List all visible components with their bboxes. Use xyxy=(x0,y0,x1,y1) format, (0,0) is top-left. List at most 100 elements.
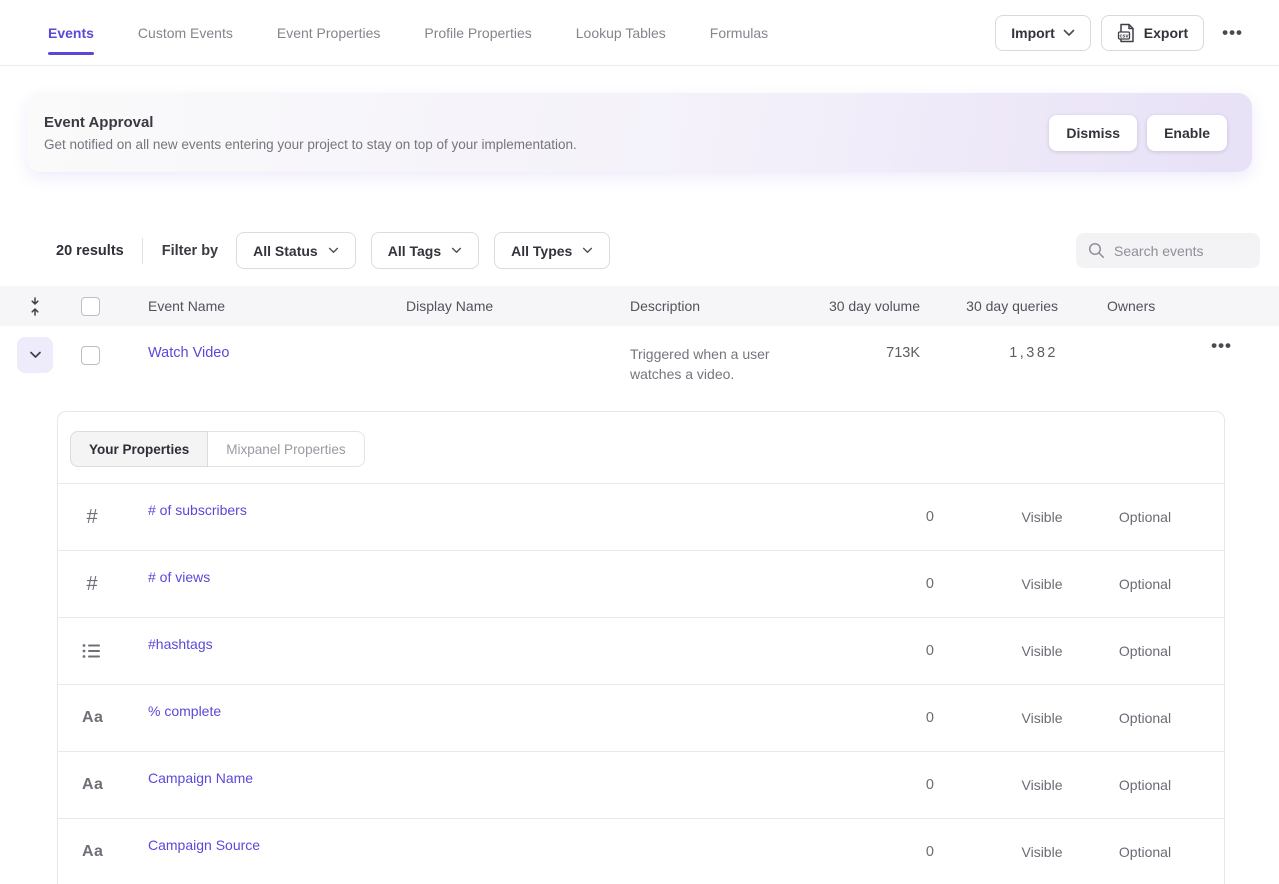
banner-actions: Dismiss Enable xyxy=(1049,115,1227,151)
property-visibility: Visible xyxy=(997,710,1087,726)
property-requirement: Optional xyxy=(1095,710,1195,726)
tab-lookup-tables-label: Lookup Tables xyxy=(576,25,666,41)
property-visibility: Visible xyxy=(997,576,1087,592)
csv-file-icon: csv xyxy=(1117,23,1136,43)
property-requirement: Optional xyxy=(1095,576,1195,592)
text-type-icon: Aa xyxy=(82,709,102,727)
property-name-link[interactable]: # of views xyxy=(148,569,874,585)
chevron-down-icon xyxy=(328,247,339,254)
search-events-input[interactable] xyxy=(1114,243,1244,259)
tab-custom-events[interactable]: Custom Events xyxy=(138,15,233,51)
banner-description: Get notified on all new events entering … xyxy=(44,137,1049,152)
event-description: Triggered when a user watches a video. xyxy=(630,344,820,384)
property-visibility: Visible xyxy=(997,643,1087,659)
tab-mixpanel-properties[interactable]: Mixpanel Properties xyxy=(208,431,364,467)
event-description-line1: Triggered when a user xyxy=(630,346,770,362)
banner-title: Event Approval xyxy=(44,114,1049,131)
enable-button[interactable]: Enable xyxy=(1147,115,1227,151)
property-name-link[interactable]: #hashtags xyxy=(148,636,874,652)
event-30-day-queries: 1,382 xyxy=(920,345,1058,361)
property-value: 0 xyxy=(874,844,934,860)
tab-custom-events-label: Custom Events xyxy=(138,25,233,41)
more-options-button[interactable]: ••• xyxy=(1214,23,1251,43)
export-button[interactable]: csv Export xyxy=(1101,15,1204,51)
column-30-day-volume: 30 day volume xyxy=(820,298,920,314)
property-name-link[interactable]: Campaign Source xyxy=(148,837,874,853)
number-type-icon: # xyxy=(82,506,102,529)
event-description-line2: watches a video. xyxy=(630,366,734,382)
divider xyxy=(142,238,143,264)
svg-text:csv: csv xyxy=(1119,33,1128,39)
column-30-day-queries: 30 day queries xyxy=(920,298,1058,314)
tab-events-label: Events xyxy=(48,25,94,41)
property-value: 0 xyxy=(874,576,934,592)
event-approval-banner: Event Approval Get notified on all new e… xyxy=(27,93,1252,172)
tags-filter-label: All Tags xyxy=(388,243,441,259)
property-value: 0 xyxy=(874,710,934,726)
import-button[interactable]: Import xyxy=(995,15,1091,51)
tab-events[interactable]: Events xyxy=(48,15,94,51)
tags-filter-dropdown[interactable]: All Tags xyxy=(371,232,479,269)
property-row: Aa Campaign Source 0 Visible Optional xyxy=(58,819,1224,884)
chevron-down-icon xyxy=(451,247,462,254)
property-visibility: Visible xyxy=(997,509,1087,525)
number-type-icon: # xyxy=(82,573,102,596)
text-type-icon: Aa xyxy=(82,843,102,861)
tab-profile-properties[interactable]: Profile Properties xyxy=(424,15,531,51)
types-filter-dropdown[interactable]: All Types xyxy=(494,232,610,269)
top-navigation: Events Custom Events Event Properties Pr… xyxy=(0,0,1279,66)
dismiss-button[interactable]: Dismiss xyxy=(1049,115,1137,151)
property-row: # # of subscribers 0 Visible Optional xyxy=(58,484,1224,551)
event-row-watch-video: Watch Video Triggered when a user watche… xyxy=(0,326,1279,411)
banner-text: Event Approval Get notified on all new e… xyxy=(44,114,1049,152)
tab-lookup-tables[interactable]: Lookup Tables xyxy=(576,15,666,51)
event-name-link[interactable]: Watch Video xyxy=(148,345,406,361)
import-label: Import xyxy=(1011,25,1055,41)
property-name-link[interactable]: Campaign Name xyxy=(148,770,874,786)
property-name-link[interactable]: % complete xyxy=(148,703,874,719)
collapse-row-button[interactable] xyxy=(17,337,53,373)
property-row: #hashtags 0 Visible Optional xyxy=(58,618,1224,685)
property-row: Aa Campaign Name 0 Visible Optional xyxy=(58,752,1224,819)
filter-toolbar: 20 results Filter by All Status All Tags… xyxy=(0,232,1279,269)
list-type-icon xyxy=(82,643,102,659)
column-event-name: Event Name xyxy=(148,298,406,314)
status-filter-label: All Status xyxy=(253,243,318,259)
property-requirement: Optional xyxy=(1095,844,1195,860)
nav-actions: Import csv Export ••• xyxy=(995,15,1251,51)
property-value: 0 xyxy=(874,643,934,659)
chevron-down-icon xyxy=(582,247,593,254)
property-visibility: Visible xyxy=(997,777,1087,793)
property-value: 0 xyxy=(874,509,934,525)
active-tab-underline xyxy=(48,52,94,55)
lexicon-tabs: Events Custom Events Event Properties Pr… xyxy=(48,15,995,51)
property-requirement: Optional xyxy=(1095,777,1195,793)
tab-event-properties[interactable]: Event Properties xyxy=(277,15,381,51)
event-30-day-volume: 713K xyxy=(820,345,920,361)
row-more-options-button[interactable]: ••• xyxy=(1203,336,1240,356)
status-filter-dropdown[interactable]: All Status xyxy=(236,232,356,269)
select-all-checkbox[interactable] xyxy=(81,297,100,316)
tab-formulas-label: Formulas xyxy=(710,25,768,41)
filter-by-label: Filter by xyxy=(162,243,218,259)
text-type-icon: Aa xyxy=(82,776,102,794)
column-display-name: Display Name xyxy=(406,298,630,314)
properties-tabs: Your Properties Mixpanel Properties xyxy=(70,431,365,467)
tab-your-properties[interactable]: Your Properties xyxy=(70,431,208,467)
search-events-box[interactable] xyxy=(1076,233,1260,268)
property-value: 0 xyxy=(874,777,934,793)
property-row: # # of views 0 Visible Optional xyxy=(58,551,1224,618)
column-description: Description xyxy=(630,298,820,314)
row-checkbox[interactable] xyxy=(81,346,100,365)
chevron-down-icon xyxy=(29,351,42,359)
event-properties-panel: Your Properties Mixpanel Properties # # … xyxy=(57,411,1225,884)
property-name-link[interactable]: # of subscribers xyxy=(148,502,874,518)
property-row: Aa % complete 0 Visible Optional xyxy=(58,685,1224,752)
search-icon xyxy=(1088,242,1105,259)
events-table-header: Event Name Display Name Description 30 d… xyxy=(0,286,1279,326)
results-count: 20 results xyxy=(56,243,124,259)
tab-formulas[interactable]: Formulas xyxy=(710,15,768,51)
tab-event-properties-label: Event Properties xyxy=(277,25,381,41)
tab-profile-properties-label: Profile Properties xyxy=(424,25,531,41)
collapse-all-button[interactable] xyxy=(17,297,53,316)
